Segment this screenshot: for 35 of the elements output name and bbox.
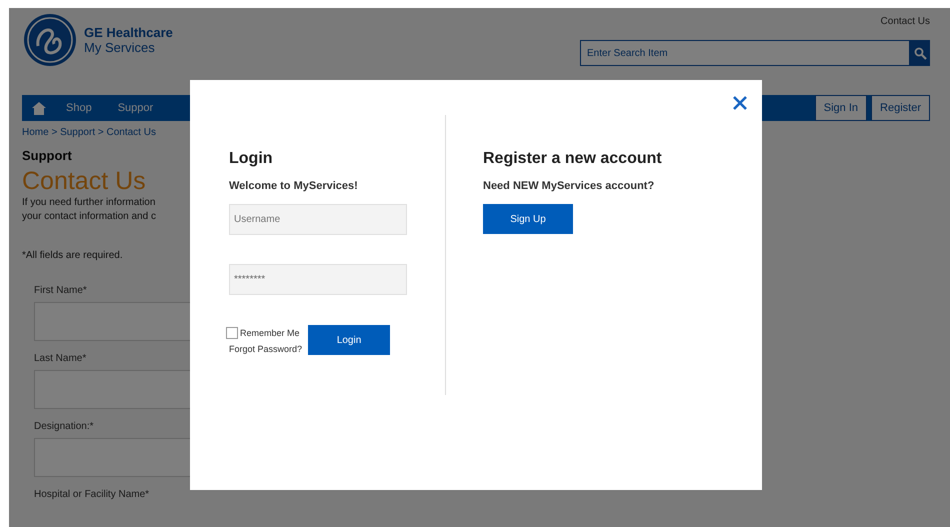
nav-item[interactable]: Shop [66,102,92,114]
section-title: Support [22,148,72,163]
account-button[interactable]: Register [871,95,930,121]
monogram-logo-icon [22,12,78,68]
field-label: Last Name* [34,353,88,364]
page-title: Contact Us [22,167,146,196]
intro-text: If you need further information [22,196,156,210]
username-field[interactable]: Username [229,204,407,235]
close-icon [733,96,747,110]
intro-text: your contact information and c [22,210,156,224]
contact-link[interactable]: Contact Us [880,16,930,27]
breadcrumb: Home > Support > Contact Us [22,127,156,138]
remember-checkbox[interactable] [226,326,238,338]
login-title: Login [229,150,273,168]
brand-subtitle: My Services [84,40,156,55]
nav-item[interactable]: Suppor [118,102,154,114]
required-note: *All fields are required. [22,250,123,261]
search-button[interactable] [910,40,930,66]
sign-up-button[interactable]: Sign Up [483,204,573,234]
remember-label: Remember Me [240,328,300,338]
brand-name: GE Healthcare [84,25,173,40]
search-field[interactable]: Enter Search Item [580,40,910,66]
register-subtitle: Need NEW MyServices account? [483,180,654,192]
login-subtitle: Welcome to MyServices! [229,180,358,192]
field-label: First Name* [34,285,88,296]
login-button[interactable]: Login [308,325,390,355]
field-label: Designation:* [34,421,94,432]
close-button[interactable] [732,95,748,111]
search-icon [914,46,926,60]
field-label: Hospital or Facility Name* [34,489,150,500]
password-field[interactable]: ******** [229,264,407,295]
register-title: Register a new account [483,150,662,168]
account-button[interactable]: Sign In [814,95,868,121]
forgot-password-link[interactable]: Forgot Password? [229,344,302,354]
home-icon[interactable] [32,102,46,114]
